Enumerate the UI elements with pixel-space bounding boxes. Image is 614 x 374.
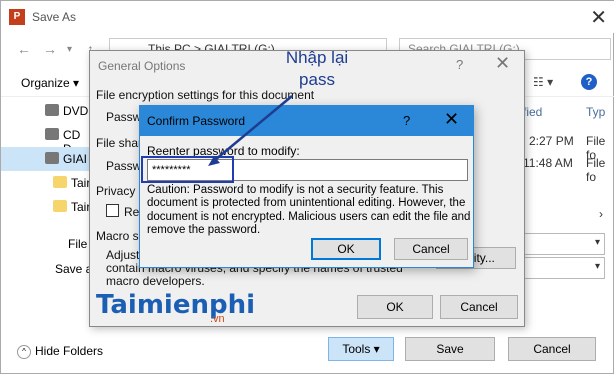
annotation-arrow [208,95,293,166]
watermark-suffix: .vn [210,313,225,325]
taimienphi-watermark-logo: Taimienphi [96,290,256,320]
